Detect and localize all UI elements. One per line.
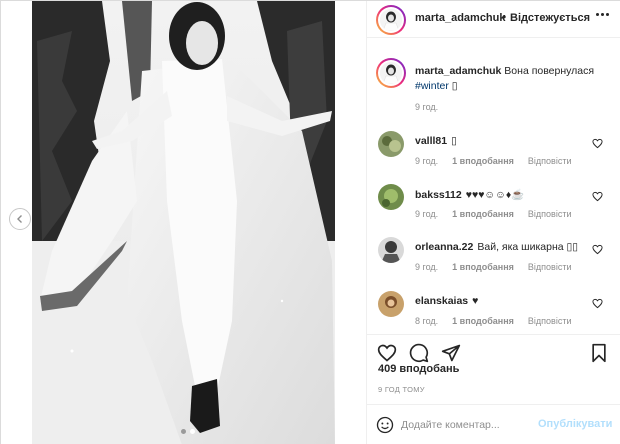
comment-username[interactable]: orleanna.22 [415, 241, 473, 253]
comment-icon [409, 343, 429, 363]
post-panel: marta_adamchuk • Відстежується marta_ada… [366, 1, 620, 444]
like-button[interactable] [377, 343, 397, 363]
post-timestamp: 9 ГОД ТОМУ [378, 385, 425, 394]
photo-image [32, 1, 335, 444]
comment-text: valll81 ▯ [415, 135, 585, 147]
comment-item: elanskaias ♥ 8 год. 1 вподобання Відповіс… [367, 289, 620, 334]
commenter-avatar[interactable] [378, 237, 404, 263]
publish-button[interactable]: Опублікувати [538, 418, 612, 430]
commenter-avatar[interactable] [378, 131, 404, 157]
post-dialog: marta_adamchuk • Відстежується marta_ada… [0, 0, 620, 444]
comment-time: 9 год. [415, 262, 439, 272]
comment-likes[interactable]: 1 вподобання [452, 156, 514, 166]
author-avatar[interactable] [376, 5, 406, 35]
comment-username[interactable]: elanskaias [415, 295, 468, 307]
comments-list: marta_adamchuk Вона повернулася #winter … [367, 39, 620, 334]
commenter-avatar[interactable] [378, 291, 404, 317]
more-icon[interactable] [596, 13, 610, 17]
like-comment-button[interactable] [592, 298, 603, 309]
comment-item: valll81 ▯ 9 год. 1 вподобання Відповісти [367, 129, 620, 181]
caption-time: 9 год. [415, 102, 439, 112]
comment-likes[interactable]: 1 вподобання [452, 262, 514, 272]
comment-item: orleanna.22 Вай, яка шикарна ▯▯ 9 год. 1 … [367, 235, 620, 287]
bookmark-icon [592, 343, 606, 363]
comment-body: Вай, яка шикарна ▯▯ [477, 241, 579, 253]
comment-text: bakss112 ♥♥♥☺☺♦☕ [415, 188, 585, 201]
carousel-dot [181, 429, 186, 434]
reply-button[interactable]: Відповісти [528, 209, 572, 219]
following-button[interactable]: Відстежується [510, 12, 590, 24]
media-area [1, 1, 366, 444]
comment-likes[interactable]: 1 вподобання [452, 209, 514, 219]
heart-icon [592, 191, 603, 202]
comment-button[interactable] [409, 343, 429, 363]
comment-item: bakss112 ♥♥♥☺☺♦☕ 9 год. 1 вподобання Відп… [367, 182, 620, 234]
add-comment-bar: Опублікувати [367, 404, 620, 444]
reply-button[interactable]: Відповісти [528, 262, 572, 272]
share-button[interactable] [441, 343, 461, 363]
reply-button[interactable]: Відповісти [528, 316, 572, 326]
comment-body: ♥ [472, 295, 479, 307]
caption-body: Вона повернулася [504, 65, 595, 77]
caption-username[interactable]: marta_adamchuk [415, 65, 501, 77]
likes-count[interactable]: 409 вподобань [378, 363, 459, 375]
heart-icon [592, 244, 603, 255]
hashtag-link[interactable]: #winter [415, 80, 449, 92]
share-icon [441, 344, 461, 362]
heart-icon [592, 138, 603, 149]
like-comment-button[interactable] [592, 244, 603, 255]
reply-button[interactable]: Відповісти [528, 156, 572, 166]
comment-text: orleanna.22 Вай, яка шикарна ▯▯ [415, 241, 585, 253]
comment-likes[interactable]: 1 вподобання [452, 316, 514, 326]
comment-input[interactable] [401, 415, 551, 435]
commenter-avatar[interactable] [378, 184, 404, 210]
caption-avatar[interactable] [376, 58, 406, 88]
comment-body: ♥♥♥☺☺♦☕ [465, 189, 525, 201]
caption-text: marta_adamchuk Вона повернулася #winter … [415, 64, 605, 94]
comment-meta: 9 год. 1 вподобання Відповісти [415, 209, 586, 219]
header-separator: • [502, 10, 507, 24]
like-comment-button[interactable] [592, 191, 603, 202]
emoji-icon [376, 416, 394, 434]
comment-username[interactable]: valll81 [415, 135, 447, 147]
post-caption: marta_adamchuk Вона повернулася #winter … [367, 39, 620, 119]
heart-icon [377, 344, 397, 362]
comment-time: 9 год. [415, 209, 439, 219]
comment-body: ▯ [451, 135, 457, 147]
carousel-indicator [181, 429, 195, 434]
heart-icon [592, 298, 603, 309]
chevron-left-icon [17, 215, 22, 223]
emoji-button[interactable] [376, 416, 394, 434]
save-button[interactable] [589, 343, 609, 363]
comment-time: 9 год. [415, 156, 439, 166]
prev-photo-button[interactable] [9, 208, 31, 230]
post-header: marta_adamchuk • Відстежується [367, 1, 620, 38]
like-comment-button[interactable] [592, 138, 603, 149]
comment-meta: 8 год. 1 вподобання Відповісти [415, 316, 586, 326]
post-photo[interactable] [32, 1, 335, 444]
comment-time: 8 год. [415, 316, 439, 326]
comment-meta: 9 год. 1 вподобання Відповісти [415, 262, 586, 272]
comment-username[interactable]: bakss112 [415, 189, 462, 201]
comment-text: elanskaias ♥ [415, 295, 585, 307]
comment-meta: 9 год. 1 вподобання Відповісти [415, 156, 586, 166]
carousel-dot-active [190, 429, 195, 434]
author-username[interactable]: marta_adamchuk [415, 12, 506, 24]
caption-emoji: ▯ [451, 80, 458, 92]
